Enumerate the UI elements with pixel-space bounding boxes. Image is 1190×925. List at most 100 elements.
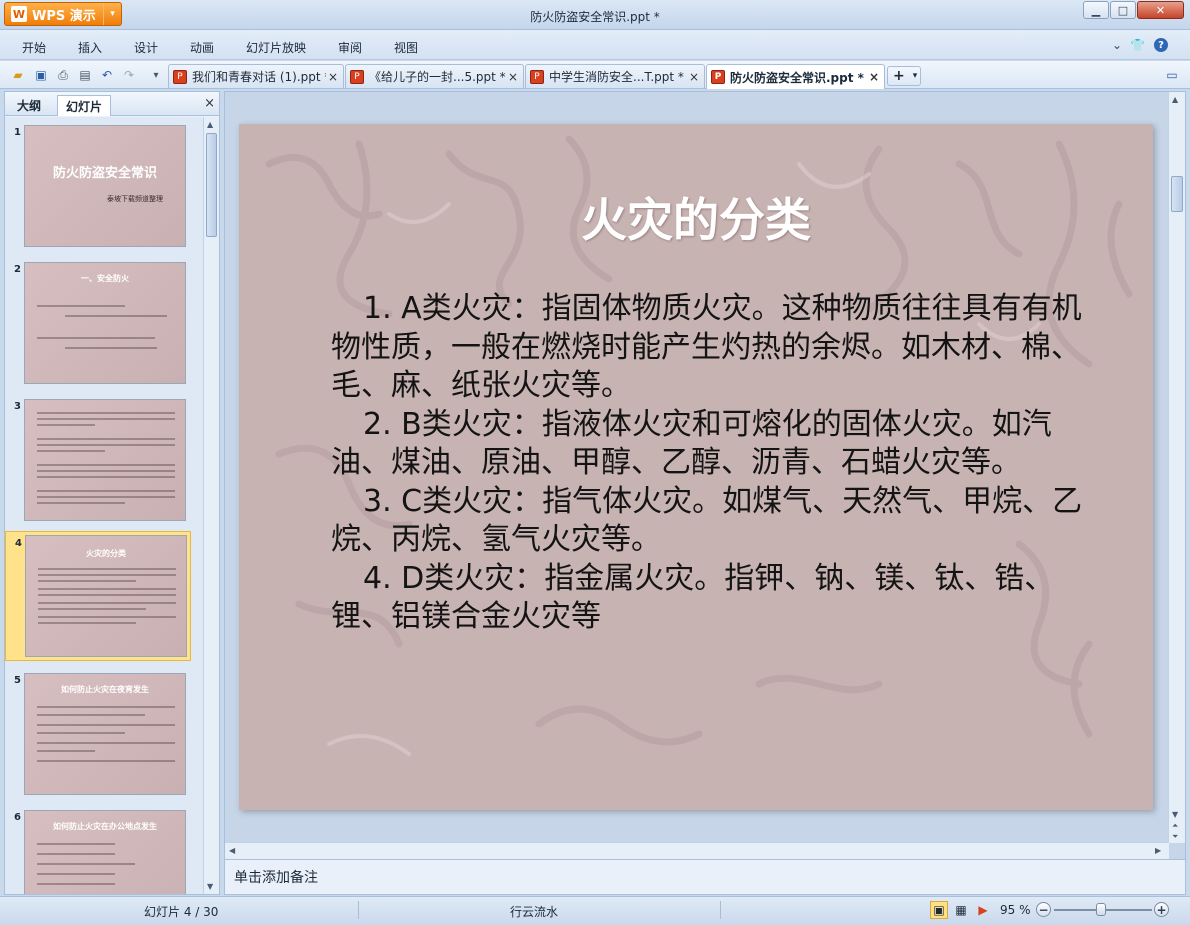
- minimize-button[interactable]: ▁: [1083, 1, 1109, 19]
- title-bar: W WPS 演示 ▾ 防火防盗安全常识.ppt * ▁ □ ✕: [0, 0, 1190, 30]
- slide-number: 2: [14, 264, 21, 275]
- close-icon[interactable]: ×: [204, 96, 215, 111]
- open-folder-icon[interactable]: ▰: [10, 67, 26, 83]
- tab-close-icon[interactable]: ×: [506, 70, 520, 84]
- thumbnail-preview: [24, 399, 186, 521]
- window-title: 防火防盗安全常识.ppt *: [530, 10, 660, 24]
- slideshow-icon[interactable]: ▶: [974, 901, 992, 919]
- tab-document-2[interactable]: P 《给儿子的一封...5.ppt * ×: [345, 64, 524, 88]
- slide-thumbnail-4[interactable]: 4 火灾的分类: [5, 531, 191, 661]
- slide-thumbnail-5[interactable]: 5 如何防止火灾在夜宵发生: [5, 669, 191, 799]
- slide-thumbnail-1[interactable]: 1 防火防盗安全常识 泰坡下载频道整理: [5, 121, 191, 251]
- ppt-file-icon: P: [711, 70, 725, 84]
- chevron-down-icon[interactable]: ▾: [913, 71, 918, 81]
- slide-thumbnail-6[interactable]: 6 如何防止火灾在办公地点发生: [5, 806, 191, 894]
- scroll-right-icon[interactable]: ▶: [1155, 846, 1161, 855]
- thumbnail-preview: 如何防止火灾在夜宵发生: [24, 673, 186, 795]
- tab-document-1[interactable]: P 我们和青春对话 (1).ppt * ×: [168, 64, 344, 88]
- panel-tabs: 大纲 幻灯片 ×: [5, 92, 219, 116]
- slide-vertical-scrollbar[interactable]: ▲ ▼ ⏶ ⏷: [1168, 92, 1185, 843]
- previous-slide-icon[interactable]: ⏶: [1172, 821, 1178, 831]
- slide-panel: 大纲 幻灯片 × 1 防火防盗安全常识 泰坡下载频道整理 2 一、安全防火 3: [4, 91, 220, 895]
- scrollbar-thumb[interactable]: [206, 133, 217, 237]
- tab-document-3[interactable]: P 中学生消防安全...T.ppt * ×: [525, 64, 705, 88]
- scroll-left-icon[interactable]: ◀: [229, 846, 235, 855]
- save-icon[interactable]: ▣: [33, 67, 49, 83]
- customize-chevron-icon[interactable]: ▾: [148, 67, 164, 83]
- slide-number: 4: [15, 538, 22, 549]
- current-slide[interactable]: 火灾的分类 1. A类火灾：指固体物质火灾。这种物质往往具有有机物性质，一般在燃…: [239, 124, 1153, 810]
- tab-close-icon[interactable]: ×: [867, 70, 881, 84]
- menu-slideshow[interactable]: 幻灯片放映: [246, 39, 306, 56]
- menu-review[interactable]: 审阅: [338, 39, 362, 56]
- scrollbar-thumb[interactable]: [1171, 176, 1183, 212]
- slide-number: 6: [14, 812, 21, 823]
- tab-document-4[interactable]: P 防火防盗安全常识.ppt * ×: [706, 64, 885, 89]
- redo-icon[interactable]: ↷: [121, 67, 137, 83]
- slide-title[interactable]: 火灾的分类: [239, 184, 1153, 250]
- expand-ribbon-icon[interactable]: ⌄: [1112, 38, 1122, 52]
- thumbnail-scrollbar[interactable]: ▲ ▼: [203, 117, 219, 894]
- tab-label: 中学生消防安全...T.ppt *: [549, 70, 684, 84]
- ppt-file-icon: P: [173, 69, 187, 84]
- slide-counter: 幻灯片 4 / 30: [144, 905, 219, 919]
- fire-class-c: 3. C类火灾：指气体火灾。如煤气、天然气、甲烷、乙烷、丙烷、氢气火灾等。: [331, 483, 1083, 558]
- window-layout-icon[interactable]: ▭: [1164, 67, 1180, 83]
- slide-thumbnails: 1 防火防盗安全常识 泰坡下载频道整理 2 一、安全防火 3 4 火灾的分类 5…: [5, 117, 203, 894]
- tab-close-icon[interactable]: ×: [326, 70, 340, 84]
- thumbnail-preview: 如何防止火灾在办公地点发生: [24, 810, 186, 894]
- tab-label: 我们和青春对话 (1).ppt *: [192, 70, 326, 84]
- thumbnail-title: 一、安全防火: [81, 274, 129, 283]
- notes-placeholder[interactable]: 单击添加备注: [234, 867, 318, 887]
- slide-body-text[interactable]: 1. A类火灾：指固体物质火灾。这种物质往往具有有机物性质，一般在燃烧时能产生灼…: [331, 290, 1101, 637]
- slide-number: 5: [14, 675, 21, 686]
- menu-view[interactable]: 视图: [394, 39, 418, 56]
- zoom-out-icon[interactable]: −: [1036, 902, 1051, 917]
- thumbnail-subtitle: 泰坡下载频道整理: [107, 195, 163, 203]
- scroll-up-icon[interactable]: ▲: [1172, 95, 1178, 104]
- fire-class-b: 2. B类火灾：指液体火灾和可熔化的固体火灾。如汽油、煤油、原油、甲醇、乙醇、沥…: [331, 406, 1052, 481]
- ppt-file-icon: P: [530, 69, 544, 84]
- close-button[interactable]: ✕: [1137, 1, 1184, 19]
- print-icon[interactable]: ⎙: [55, 67, 71, 83]
- scroll-down-icon[interactable]: ▼: [1172, 810, 1178, 819]
- slide-number: 1: [14, 127, 21, 138]
- slide-horizontal-scrollbar[interactable]: ◀ ▶: [225, 842, 1169, 859]
- thumbnail-preview: 火灾的分类: [25, 535, 187, 657]
- thumbnail-title: 如何防止火灾在夜宵发生: [61, 685, 149, 694]
- scroll-up-icon[interactable]: ▲: [207, 120, 213, 129]
- slide-thumbnail-3[interactable]: 3: [5, 395, 191, 525]
- slide-thumbnail-2[interactable]: 2 一、安全防火: [5, 258, 191, 388]
- tab-outline[interactable]: 大纲: [9, 95, 49, 116]
- status-bar: 幻灯片 4 / 30 行云流水 ▣ ▦ ▶ 95 % − +: [0, 896, 1190, 925]
- notes-pane[interactable]: 单击添加备注: [224, 860, 1186, 895]
- print-preview-icon[interactable]: ▤: [77, 67, 93, 83]
- menu-animation[interactable]: 动画: [190, 39, 214, 56]
- zoom-slider-handle[interactable]: [1096, 903, 1106, 916]
- new-tab-button[interactable]: + ▾: [887, 66, 921, 86]
- menu-start[interactable]: 开始: [22, 39, 46, 56]
- tab-slides[interactable]: 幻灯片: [57, 95, 112, 116]
- thumbnail-title: 防火防盗安全常识: [52, 166, 157, 181]
- thumbnail-title: 火灾的分类: [86, 549, 126, 558]
- next-slide-icon[interactable]: ⏷: [1172, 832, 1178, 842]
- help-icon[interactable]: ?: [1154, 38, 1168, 52]
- scroll-down-icon[interactable]: ▼: [207, 882, 213, 891]
- fire-class-a: 1. A类火灾：指固体物质火灾。这种物质往往具有有机物性质，一般在燃烧时能产生灼…: [331, 291, 1082, 403]
- normal-view-icon[interactable]: ▣: [930, 901, 948, 919]
- maximize-button[interactable]: □: [1110, 1, 1136, 19]
- thumbnail-preview: 防火防盗安全常识 泰坡下载频道整理: [24, 125, 186, 247]
- undo-icon[interactable]: ↶: [99, 67, 115, 83]
- thumbnail-preview: 一、安全防火: [24, 262, 186, 384]
- skin-icon[interactable]: 👕: [1130, 38, 1145, 52]
- zoom-in-icon[interactable]: +: [1154, 902, 1169, 917]
- tab-close-icon[interactable]: ×: [687, 70, 701, 84]
- menu-design[interactable]: 设计: [134, 39, 158, 56]
- tab-label: 防火防盗安全常识.ppt *: [730, 70, 864, 85]
- menu-insert[interactable]: 插入: [78, 39, 102, 56]
- thumbnail-title: 如何防止火灾在办公地点发生: [53, 822, 157, 831]
- slide-editor: 火灾的分类 1. A类火灾：指固体物质火灾。这种物质往往具有有机物性质，一般在燃…: [224, 91, 1186, 860]
- theme-name: 行云流水: [510, 905, 559, 919]
- slide-sorter-icon[interactable]: ▦: [952, 901, 970, 919]
- zoom-level: 95 %: [1000, 903, 1031, 917]
